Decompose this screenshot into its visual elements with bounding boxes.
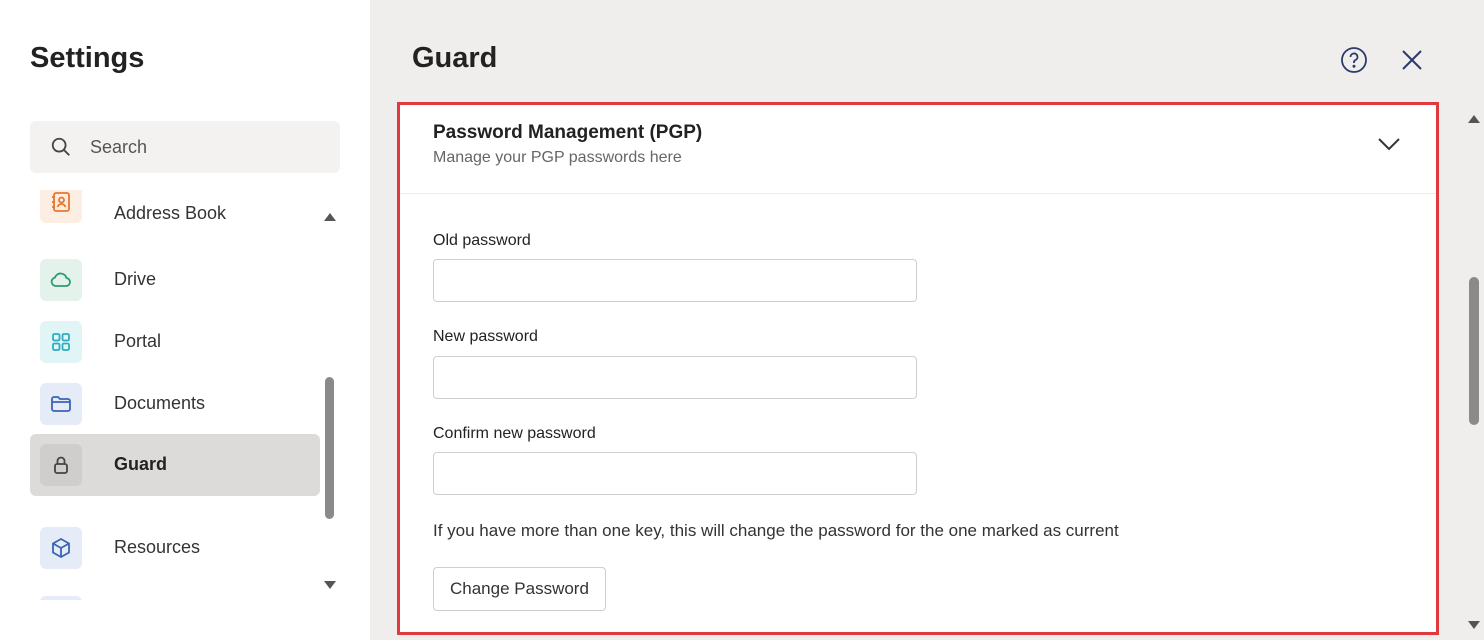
scroll-down-arrow-icon[interactable] [324,581,336,589]
sidebar-title: Settings [30,42,145,74]
close-icon[interactable] [1398,46,1426,74]
sidebar-item-drive[interactable]: Drive [30,249,320,311]
search-input[interactable] [90,121,320,173]
settings-sidebar: Settings Address Book Drive [0,0,370,640]
main-scrollbar[interactable] [1464,105,1484,640]
new-password-input[interactable] [433,356,917,399]
sidebar-item-guard[interactable]: Guard [30,434,320,496]
sidebar-item-partial[interactable] [30,586,320,600]
partial-item-icon [40,596,82,600]
settings-nav-list: Address Book Drive Portal Documents Guar… [0,190,322,600]
chevron-down-icon[interactable] [1376,133,1402,155]
sidebar-item-label: Address Book [114,203,227,223]
sidebar-item-label: Documents [114,393,206,413]
confirm-password-label: Confirm new password [433,425,596,442]
sidebar-item-label: Portal [114,331,162,351]
cube-icon [40,527,82,569]
sidebar-item-address-book[interactable]: Address Book [30,190,320,249]
info-text: If you have more than one key, this will… [433,521,1119,540]
sidebar-item-label: Drive [114,269,157,289]
password-management-panel: Password Management (PGP) Manage your PG… [397,102,1439,635]
sidebar-scrollbar[interactable] [320,205,338,600]
scrollbar-thumb[interactable] [1469,277,1479,425]
sidebar-item-portal[interactable]: Portal [30,311,320,373]
change-password-button[interactable]: Change Password [433,567,606,611]
panel-title: Password Management (PGP) [433,122,703,143]
lock-icon [40,444,82,486]
sidebar-item-label: Guard [114,454,168,474]
panel-subtitle: Manage your PGP passwords here [433,149,682,166]
sidebar-item-documents[interactable]: Documents [30,373,320,435]
address-book-icon [40,190,82,223]
panel-header[interactable]: Password Management (PGP) Manage your PG… [400,105,1436,194]
scroll-up-arrow-icon[interactable] [324,213,336,221]
page-title: Guard [412,42,498,74]
scrollbar-thumb[interactable] [325,377,334,519]
search-icon [51,137,70,156]
sidebar-item-resources[interactable]: Resources [30,517,320,579]
scroll-up-arrow-icon[interactable] [1468,115,1480,123]
grid-icon [40,321,82,363]
search-box[interactable] [30,121,340,173]
new-password-label: New password [433,328,538,345]
folder-icon [40,383,82,425]
old-password-label: Old password [433,232,531,249]
help-icon[interactable] [1340,46,1368,74]
scroll-down-arrow-icon[interactable] [1468,621,1480,629]
confirm-password-input[interactable] [433,452,917,495]
cloud-icon [40,259,82,301]
sidebar-item-label: Resources [114,537,201,557]
old-password-input[interactable] [433,259,917,302]
